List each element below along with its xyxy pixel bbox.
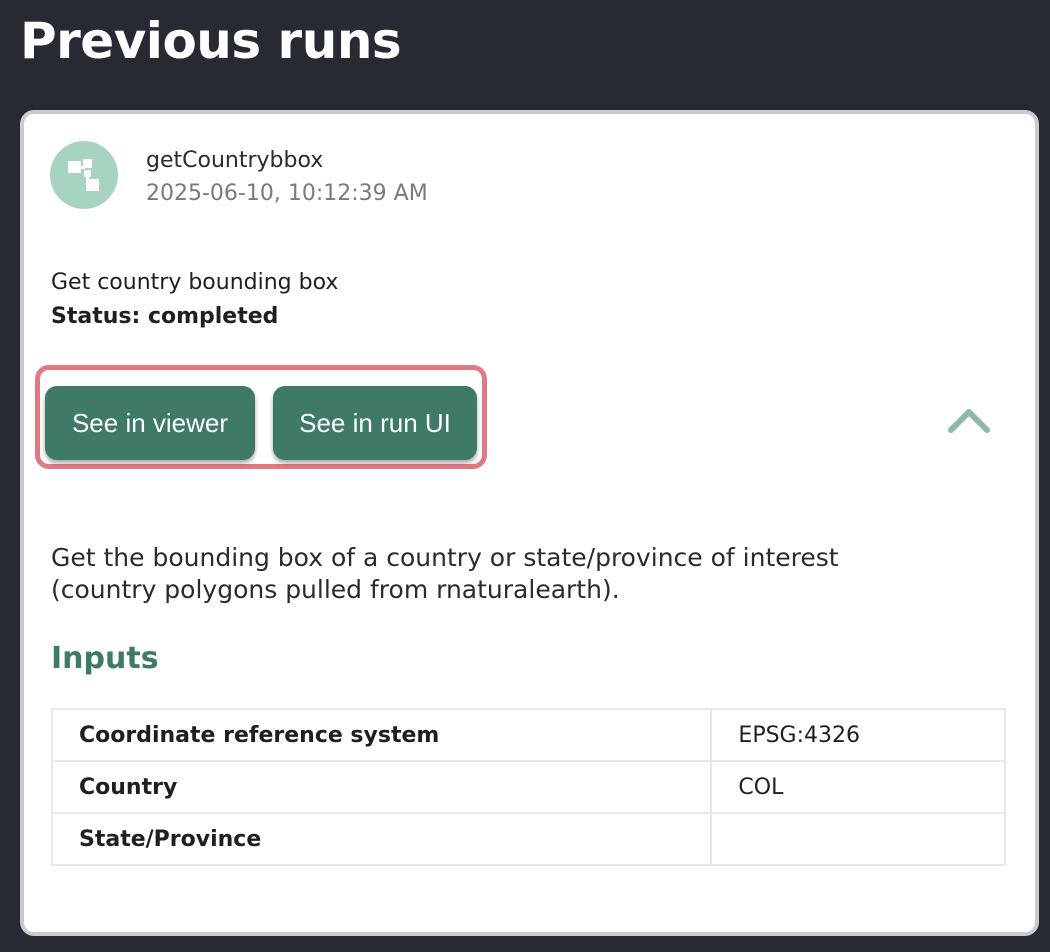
run-card: getCountrybbox 2025-06-10, 10:12:39 AM G… <box>20 110 1039 936</box>
pipeline-icon <box>68 159 99 191</box>
run-description: Get country bounding box <box>51 270 339 295</box>
chevron-up-icon[interactable] <box>947 404 991 434</box>
input-key: Coordinate reference system <box>50 708 713 762</box>
run-timestamp: 2025-06-10, 10:12:39 AM <box>146 181 428 206</box>
table-row: State/Province <box>50 812 1006 866</box>
see-in-viewer-button[interactable]: See in viewer <box>45 386 255 460</box>
page-title: Previous runs <box>20 12 402 70</box>
inputs-table: Coordinate reference system EPSG:4326 Co… <box>50 708 1006 866</box>
see-in-run-ui-button[interactable]: See in run UI <box>273 386 477 460</box>
run-status: Status: completed <box>51 304 279 329</box>
run-long-description: Get the bounding box of a country or sta… <box>51 543 839 604</box>
table-row: Coordinate reference system EPSG:4326 <box>50 708 1006 762</box>
run-name: getCountrybbox <box>146 148 324 173</box>
input-value <box>710 812 1006 866</box>
input-key: Country <box>50 760 713 814</box>
input-value: COL <box>710 760 1006 814</box>
table-row: Country COL <box>50 760 1006 814</box>
input-value: EPSG:4326 <box>710 708 1006 762</box>
avatar <box>50 141 118 209</box>
inputs-heading: Inputs <box>51 641 159 676</box>
input-key: State/Province <box>50 812 713 866</box>
